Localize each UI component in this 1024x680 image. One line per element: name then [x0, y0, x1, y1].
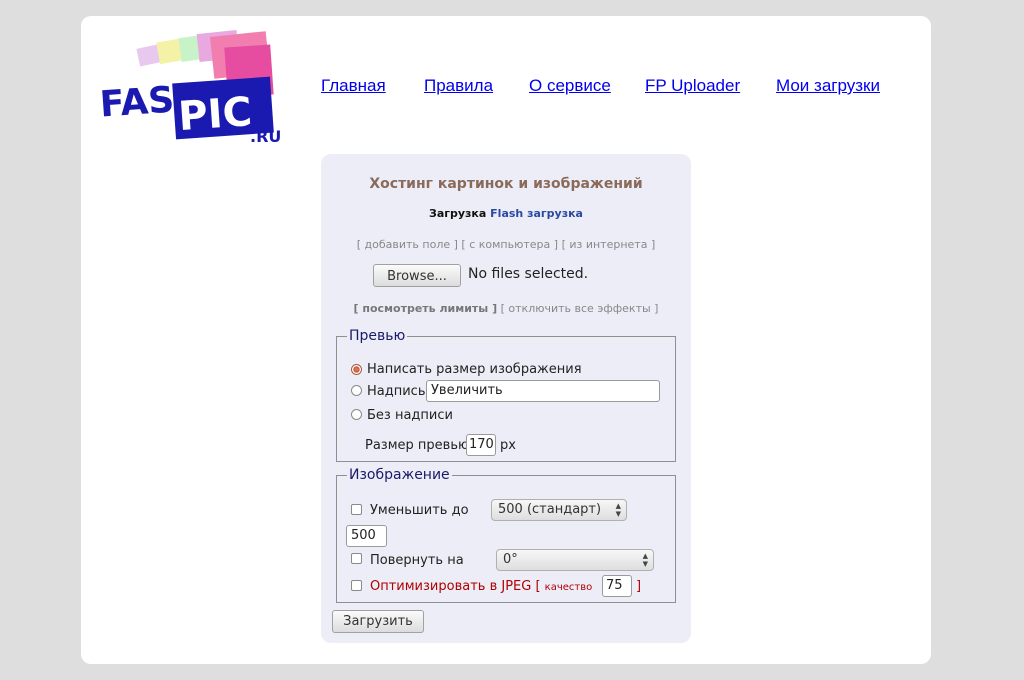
preview-fieldset: Превью Написать размер изображения Надпи… [336, 328, 676, 462]
image-legend: Изображение [349, 467, 450, 483]
fastpic-logo[interactable]: FAST PIC .RU [98, 24, 288, 144]
resize-value-input[interactable]: 500 [346, 525, 387, 547]
preview-size-unit: px [500, 438, 516, 453]
quality-label: качество [544, 582, 593, 593]
logo-domain-text: .RU [250, 127, 281, 144]
upload-submit-button[interactable]: Загрузить [332, 610, 424, 633]
view-limits-link[interactable]: [ посмотреть лимиты ] [354, 302, 498, 315]
upload-title: Хостинг картинок и изображений [369, 176, 643, 192]
select-arrows-icon: ▲ ▼ [615, 502, 621, 518]
mode-flash-link[interactable]: Flash загрузка [490, 207, 583, 220]
select-arrows-icon: ▲ ▼ [642, 552, 648, 568]
nav-uploader-link[interactable]: FP Uploader [645, 76, 740, 96]
preview-caption-label: Надпись [367, 384, 426, 399]
rotate-select-value: 0° [503, 552, 518, 567]
preview-none-label: Без надписи [367, 408, 453, 423]
resize-select[interactable]: 500 (стандарт) ▲ ▼ [491, 499, 627, 521]
optimize-label: Оптимизировать в JPEG [ качество [370, 579, 592, 594]
optimize-checkbox[interactable] [351, 580, 362, 591]
file-status-text: No files selected. [468, 266, 589, 282]
upload-panel: Хостинг картинок и изображений Загрузка … [321, 154, 691, 643]
disable-effects-link[interactable]: [ отключить все эффекты ] [501, 302, 659, 315]
add-field-link[interactable]: [ добавить поле ] [357, 238, 458, 251]
nav-rules-link[interactable]: Правила [424, 76, 493, 96]
preview-legend: Превью [349, 328, 406, 344]
logo-pic-text: PIC [177, 89, 254, 140]
page-container: FAST PIC .RU Главная Правила О сервисе F… [81, 16, 931, 664]
mode-standard-label: Загрузка [429, 207, 487, 220]
nav-home-link[interactable]: Главная [321, 76, 386, 96]
resize-select-value: 500 (стандарт) [498, 502, 602, 517]
rotate-label: Повернуть на [370, 553, 464, 568]
from-computer-link[interactable]: [ с компьютера ] [461, 238, 558, 251]
image-fieldset: Изображение Уменьшить до 500 (стандарт) … [336, 467, 676, 603]
resize-checkbox[interactable] [351, 504, 362, 515]
caption-text-input[interactable]: Увеличить [426, 380, 660, 402]
optimize-close-bracket: ] [636, 579, 642, 594]
preview-none-radio[interactable] [351, 409, 362, 420]
upload-mode-switch: Загрузка Flash загрузка [321, 207, 691, 220]
preview-size-input[interactable]: 170 [466, 434, 496, 456]
optimize-text: Оптимизировать в JPEG [ [370, 579, 541, 594]
source-links: [ добавить поле ] [ с компьютера ] [ из … [321, 238, 691, 251]
quality-input[interactable]: 75 [602, 575, 632, 597]
extra-links: [ посмотреть лимиты ] [ отключить все эф… [321, 302, 691, 315]
nav-my-uploads-link[interactable]: Мои загрузки [776, 76, 880, 96]
resize-label: Уменьшить до [370, 503, 469, 518]
preview-size-field-label: Размер превью [365, 438, 469, 453]
browse-button[interactable]: Browse... [373, 264, 461, 287]
from-internet-link[interactable]: [ из интернета ] [562, 238, 656, 251]
preview-size-radio[interactable] [351, 364, 362, 375]
rotate-checkbox[interactable] [351, 553, 362, 564]
rotate-select[interactable]: 0° ▲ ▼ [496, 549, 654, 571]
nav-about-link[interactable]: О сервисе [529, 76, 611, 96]
preview-caption-radio[interactable] [351, 385, 362, 396]
preview-size-label: Написать размер изображения [367, 362, 582, 377]
